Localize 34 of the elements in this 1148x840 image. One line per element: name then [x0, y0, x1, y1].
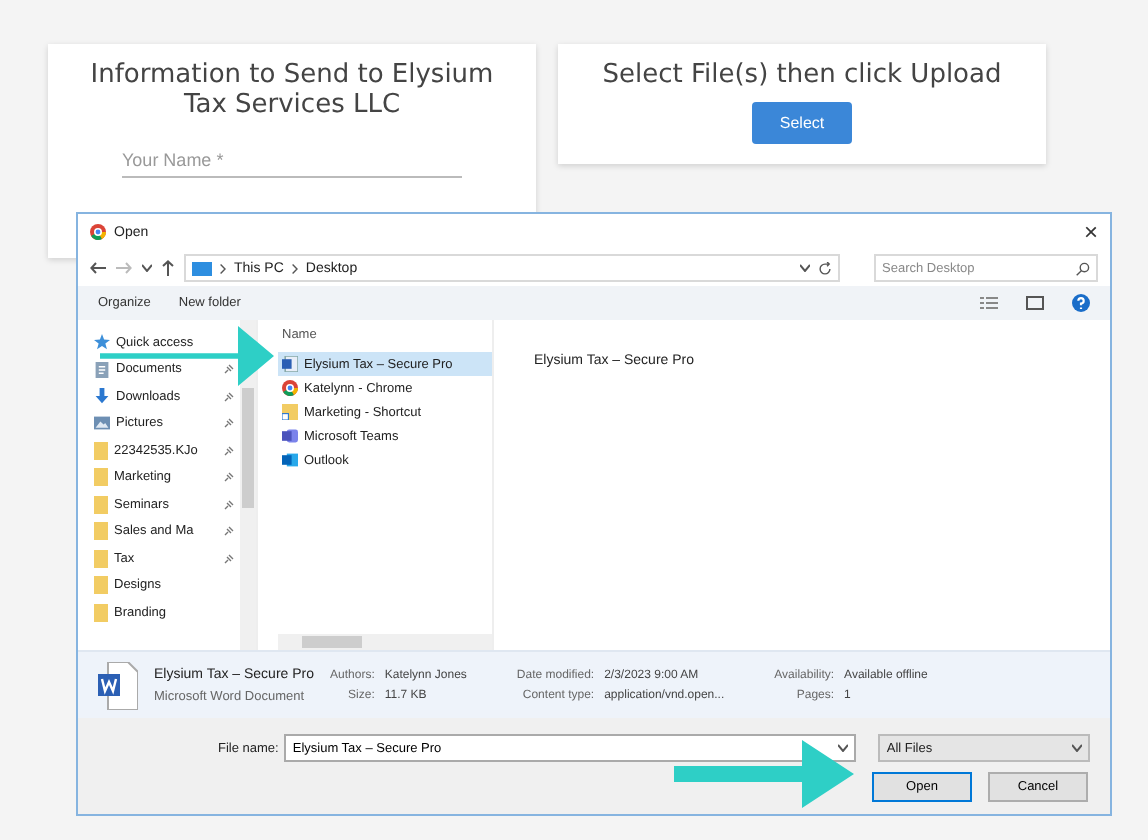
- pane-icon[interactable]: [1026, 296, 1044, 310]
- horizontal-scrollbar[interactable]: [278, 634, 492, 650]
- arrow-icon: [674, 740, 854, 808]
- view-icon[interactable]: [980, 296, 998, 310]
- shortcut-folder-icon: [282, 404, 298, 420]
- scrollbar-thumb[interactable]: [242, 388, 254, 508]
- card-title: Select File(s) then click Upload: [602, 60, 1002, 90]
- caret-icon: [838, 744, 849, 752]
- word-document-icon: [98, 661, 138, 709]
- chevron-icon: [291, 263, 298, 273]
- document-icon: [94, 361, 110, 378]
- chrome-icon: [282, 380, 298, 396]
- monitor-icon: [192, 261, 212, 275]
- refresh-icon[interactable]: [818, 261, 832, 275]
- download-icon: [94, 388, 110, 405]
- up-icon[interactable]: [162, 260, 174, 276]
- chrome-icon: [90, 224, 106, 240]
- card-title: Information to Send to Elysium Tax Services LLC: [88, 60, 496, 120]
- search-icon: [1076, 261, 1090, 275]
- close-button[interactable]: ×: [1083, 218, 1098, 246]
- dropdown-caret-icon: [800, 264, 810, 272]
- word-document-icon: [282, 356, 298, 372]
- picture-icon: [94, 416, 110, 431]
- teams-icon: [282, 428, 298, 444]
- recent-caret-icon: [142, 264, 152, 272]
- star-icon: [94, 334, 110, 351]
- arrow-icon: [100, 326, 274, 386]
- select-button[interactable]: Select: [751, 102, 853, 144]
- help-icon[interactable]: [1072, 294, 1090, 312]
- outlook-icon: [282, 452, 298, 468]
- caret-icon: [1072, 744, 1082, 752]
- name-field[interactable]: Your Name *: [122, 144, 462, 178]
- chevron-icon: [220, 263, 226, 273]
- back-icon[interactable]: [90, 262, 106, 274]
